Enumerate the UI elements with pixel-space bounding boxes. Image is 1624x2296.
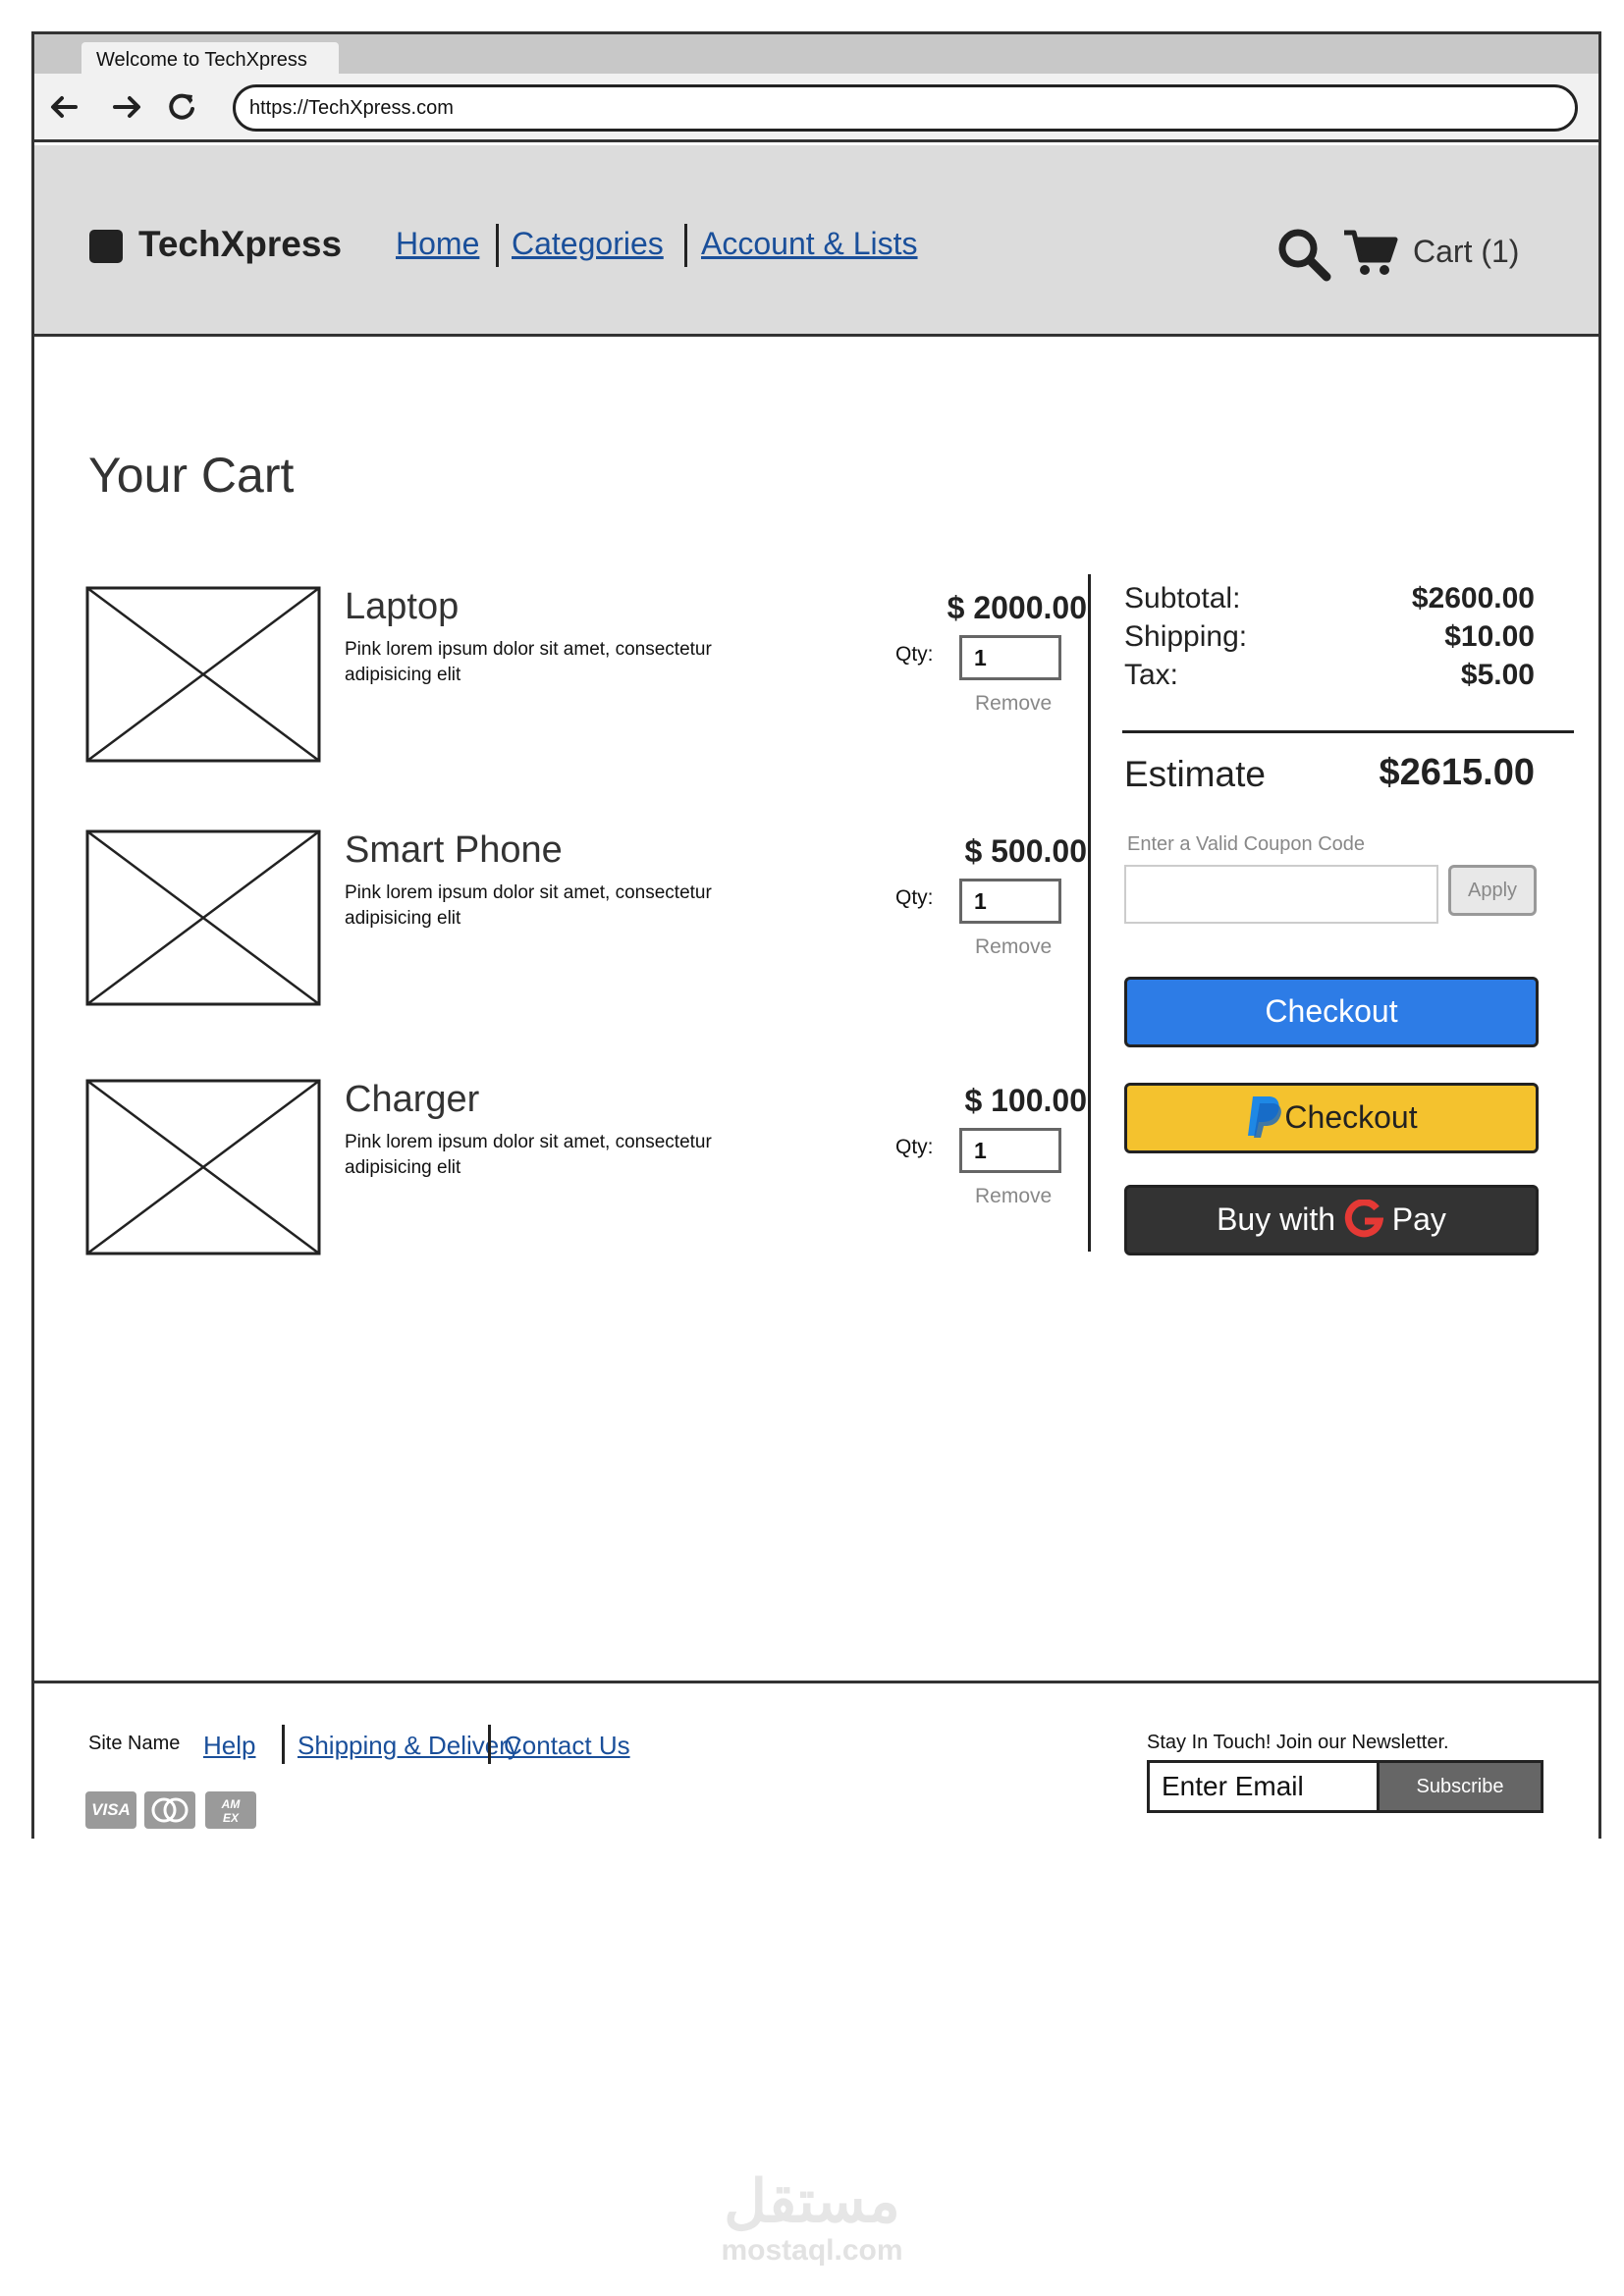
tax-value: $5.00 — [1460, 659, 1535, 691]
cart-item: Charger Pink lorem ipsum dolor sit amet,… — [85, 1079, 1087, 1260]
footer-link-shipping[interactable]: Shipping & Delivery — [298, 1731, 520, 1761]
address-bar-row: https://TechXpress.com — [34, 74, 1598, 142]
url-input[interactable]: https://TechXpress.com — [233, 84, 1578, 132]
coupon-input[interactable] — [1124, 865, 1438, 924]
apply-coupon-button[interactable]: Apply — [1448, 865, 1537, 916]
paypal-icon — [1248, 1095, 1282, 1138]
newsletter-email-input[interactable]: Enter Email — [1147, 1760, 1379, 1813]
newsletter-label: Stay In Touch! Join our Newsletter. — [1147, 1732, 1449, 1753]
item-price: $ 500.00 — [964, 833, 1087, 869]
site-header: TechXpress Home Categories Account & Lis… — [34, 145, 1598, 337]
cart-item: Laptop Pink lorem ipsum dolor sit amet, … — [85, 586, 1087, 768]
subtotal-value: $2600.00 — [1411, 582, 1535, 614]
product-image-placeholder — [85, 829, 321, 1006]
nav-separator — [496, 224, 499, 267]
qty-input[interactable]: 1 — [959, 1128, 1061, 1173]
nav-link-categories[interactable]: Categories — [512, 226, 664, 262]
paypal-label: Checkout — [1284, 1099, 1418, 1135]
amex-icon: AM EX — [205, 1791, 256, 1829]
cart-icon[interactable] — [1342, 228, 1399, 277]
estimate-value: $2615.00 — [1379, 752, 1536, 793]
item-description: Pink lorem ipsum dolor sit amet, consect… — [345, 882, 712, 929]
coupon-label: Enter a Valid Coupon Code — [1127, 833, 1366, 855]
google-pay-button[interactable]: Buy with Pay — [1124, 1185, 1539, 1255]
cart-label[interactable]: Cart (1) — [1413, 234, 1519, 270]
subscribe-button[interactable]: Subscribe — [1377, 1760, 1543, 1813]
forward-arrow-icon[interactable] — [107, 87, 146, 127]
qty-label: Qty: — [895, 1136, 934, 1158]
subtotal-label: Subtotal: — [1124, 582, 1241, 614]
item-name[interactable]: Smart Phone — [345, 829, 563, 872]
item-name[interactable]: Laptop — [345, 586, 459, 628]
footer-link-contact[interactable]: Contact Us — [504, 1731, 630, 1761]
page-title: Your Cart — [88, 448, 295, 503]
product-image-placeholder — [85, 1079, 321, 1255]
site-footer: Site Name Help Shipping & Delivery Conta… — [34, 1681, 1598, 1839]
watermark-logo: مستقل — [724, 2168, 900, 2234]
browser-tab[interactable]: Welcome to TechXpress — [81, 42, 339, 78]
remove-link[interactable]: Remove — [975, 935, 1052, 959]
footer-separator — [488, 1725, 491, 1764]
watermark-url: mostaql.com — [721, 2234, 903, 2267]
search-icon[interactable] — [1275, 226, 1332, 283]
paypal-checkout-button[interactable]: Checkout — [1124, 1083, 1539, 1153]
footer-site-name: Site Name — [88, 1733, 181, 1754]
footer-separator — [282, 1725, 285, 1764]
google-g-icon — [1344, 1199, 1383, 1237]
nav-link-home[interactable]: Home — [396, 226, 479, 262]
logo-text[interactable]: TechXpress — [138, 224, 342, 265]
nav-link-account[interactable]: Account & Lists — [701, 226, 918, 262]
item-price: $ 100.00 — [964, 1083, 1087, 1118]
item-description: Pink lorem ipsum dolor sit amet, consect… — [345, 639, 712, 685]
mastercard-icon — [144, 1791, 195, 1829]
visa-icon: VISA — [85, 1791, 136, 1829]
remove-link[interactable]: Remove — [975, 692, 1052, 716]
svg-text:AM: AM — [221, 1797, 242, 1811]
tab-bar: Welcome to TechXpress — [34, 34, 1598, 78]
svg-text:EX: EX — [223, 1811, 240, 1825]
footer-link-help[interactable]: Help — [203, 1731, 255, 1761]
browser-window: Welcome to TechXpress https://TechXpress… — [31, 31, 1601, 1839]
qty-label: Qty: — [895, 886, 934, 909]
gpay-suffix: Pay — [1391, 1201, 1446, 1237]
item-name[interactable]: Charger — [345, 1079, 479, 1121]
qty-input[interactable]: 1 — [959, 635, 1061, 680]
nav-separator — [684, 224, 687, 267]
qty-label: Qty: — [895, 643, 934, 666]
estimate-label: Estimate — [1124, 754, 1266, 794]
checkout-button[interactable]: Checkout — [1124, 977, 1539, 1047]
item-description: Pink lorem ipsum dolor sit amet, consect… — [345, 1132, 712, 1178]
shipping-value: $10.00 — [1444, 620, 1535, 653]
reload-icon[interactable] — [162, 87, 201, 127]
item-price: $ 2000.00 — [947, 590, 1087, 625]
remove-link[interactable]: Remove — [975, 1185, 1052, 1208]
qty-input[interactable]: 1 — [959, 879, 1061, 924]
back-arrow-icon[interactable] — [46, 87, 85, 127]
summary-divider — [1122, 730, 1574, 733]
shipping-label: Shipping: — [1124, 620, 1248, 653]
cart-item: Smart Phone Pink lorem ipsum dolor sit a… — [85, 829, 1087, 1011]
logo-icon — [89, 230, 123, 263]
tax-label: Tax: — [1124, 659, 1179, 691]
product-image-placeholder — [85, 586, 321, 763]
column-divider — [1088, 574, 1091, 1252]
gpay-prefix: Buy with — [1217, 1201, 1335, 1237]
